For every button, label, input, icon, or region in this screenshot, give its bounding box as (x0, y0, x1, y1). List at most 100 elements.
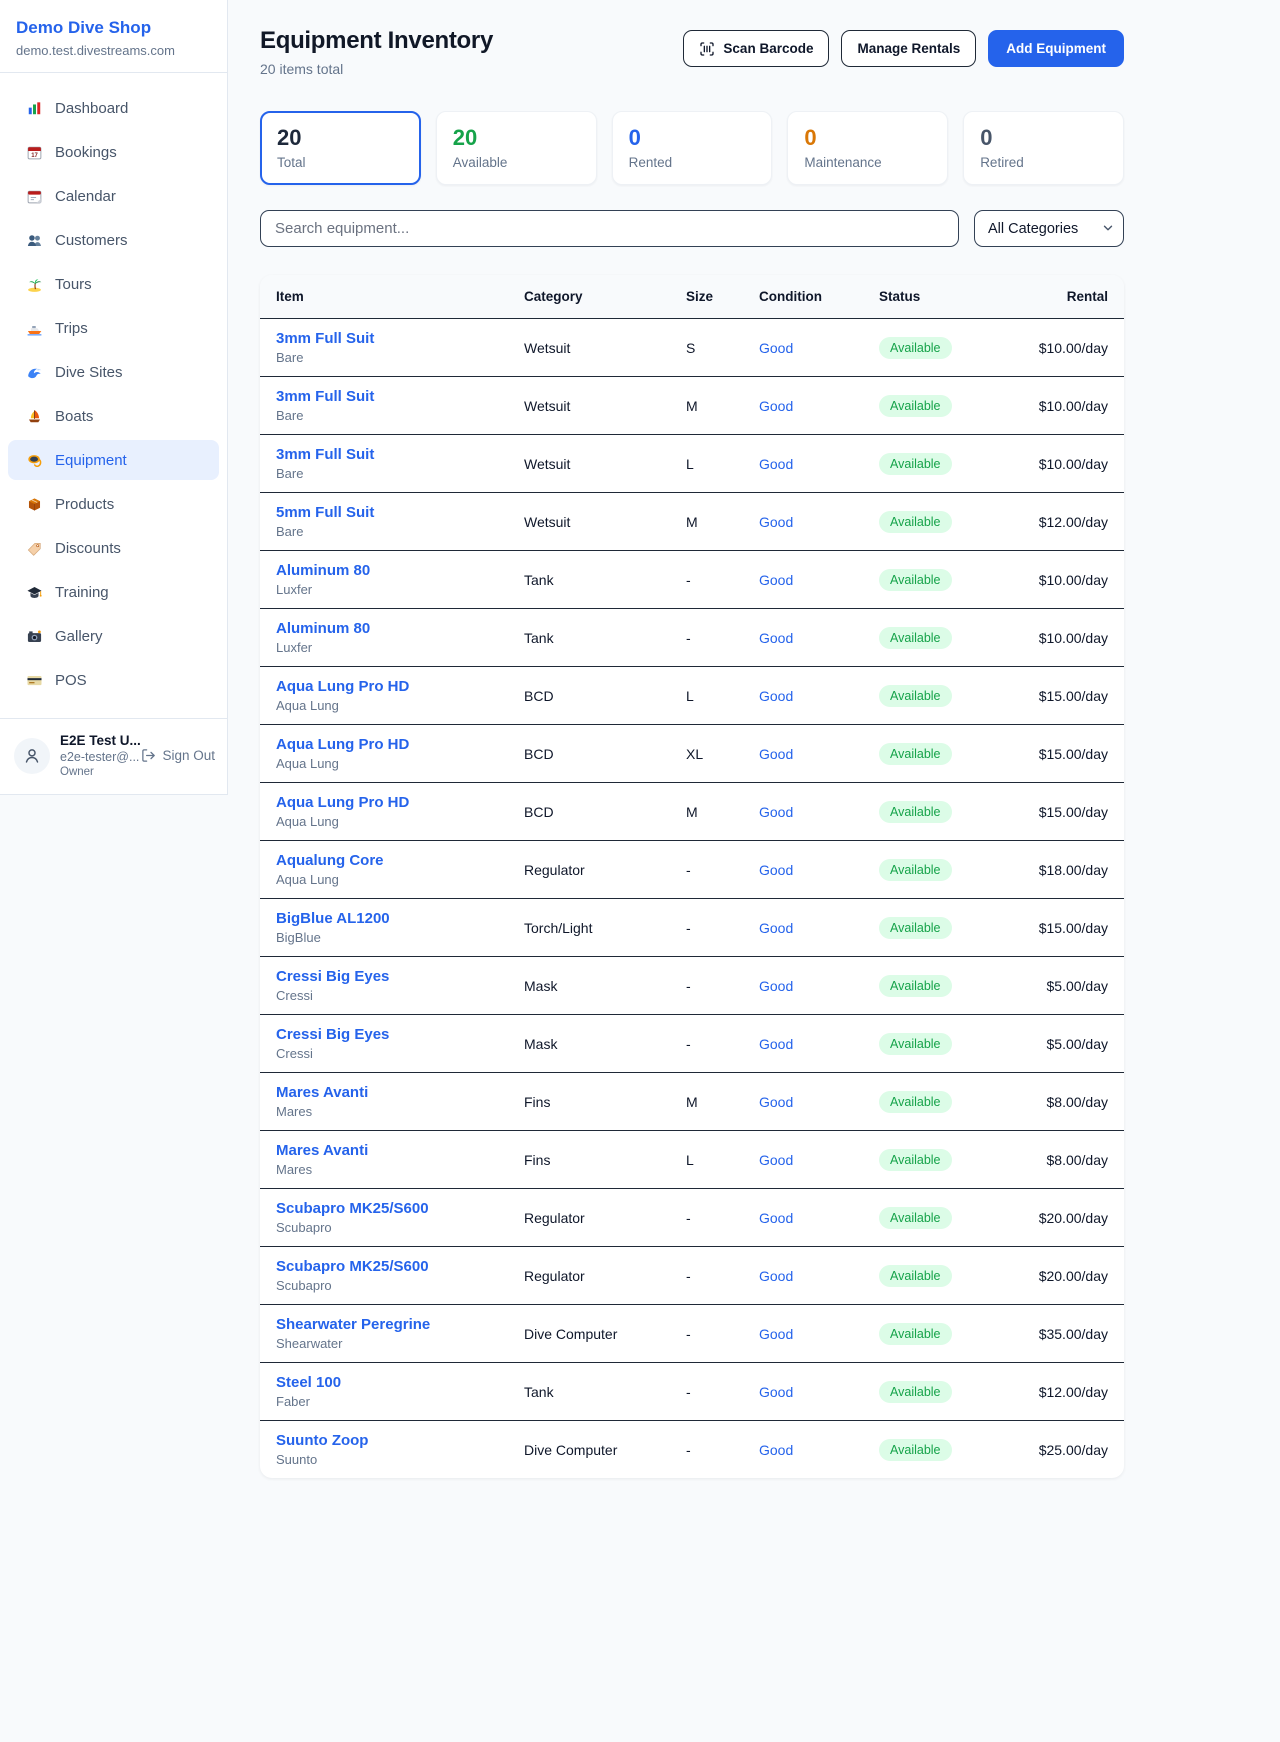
sidebar-item-dive-sites[interactable]: Dive Sites (8, 352, 219, 392)
status-badge: Available (879, 1381, 952, 1403)
table-row: Aqua Lung Pro HDAqua LungBCDLGoodAvailab… (260, 667, 1124, 725)
item-name-link[interactable]: 3mm Full Suit (276, 330, 492, 347)
condition-link[interactable]: Good (759, 1152, 793, 1168)
item-category: Fins (508, 1131, 670, 1189)
scan-barcode-label: Scan Barcode (723, 41, 813, 56)
item-size: - (670, 899, 743, 957)
category-select-wrap: All Categories (974, 210, 1124, 247)
sidebar-item-boats[interactable]: Boats (8, 396, 219, 436)
item-size: M (670, 783, 743, 841)
sidebar-item-pos[interactable]: POS (8, 660, 219, 700)
table-row: Suunto ZoopSuuntoDive Computer-GoodAvail… (260, 1421, 1124, 1479)
item-name-link[interactable]: Suunto Zoop (276, 1432, 492, 1449)
category-select[interactable]: All Categories (974, 210, 1124, 247)
condition-link[interactable]: Good (759, 514, 793, 530)
stat-card-rented[interactable]: 0Rented (612, 111, 773, 185)
brand-title[interactable]: Demo Dive Shop (16, 18, 211, 38)
condition-link[interactable]: Good (759, 688, 793, 704)
item-name-link[interactable]: BigBlue AL1200 (276, 910, 492, 927)
condition-link[interactable]: Good (759, 804, 793, 820)
status-badge: Available (879, 1091, 952, 1113)
item-brand: Aqua Lung (276, 698, 492, 713)
page-title: Equipment Inventory (260, 27, 493, 55)
sidebar-item-calendar[interactable]: Calendar (8, 176, 219, 216)
condition-link[interactable]: Good (759, 630, 793, 646)
item-size: - (670, 1305, 743, 1363)
sidebar-item-tours[interactable]: Tours (8, 264, 219, 304)
condition-link[interactable]: Good (759, 572, 793, 588)
condition-link[interactable]: Good (759, 1268, 793, 1284)
item-name-link[interactable]: Aqua Lung Pro HD (276, 794, 492, 811)
item-name-link[interactable]: 5mm Full Suit (276, 504, 492, 521)
condition-link[interactable]: Good (759, 1384, 793, 1400)
item-name-link[interactable]: Aqua Lung Pro HD (276, 678, 492, 695)
item-size: L (670, 1131, 743, 1189)
scan-barcode-icon (699, 41, 715, 57)
sidebar-item-discounts[interactable]: Discounts (8, 528, 219, 568)
page-title-block: Equipment Inventory 20 items total (260, 27, 493, 77)
add-equipment-label: Add Equipment (1006, 41, 1106, 56)
item-brand: Cressi (276, 988, 492, 1003)
item-name-link[interactable]: Aluminum 80 (276, 620, 492, 637)
stat-value: 0 (804, 125, 931, 151)
avatar (14, 738, 50, 774)
condition-link[interactable]: Good (759, 456, 793, 472)
stat-card-total[interactable]: 20Total (260, 111, 421, 185)
sidebar-item-customers[interactable]: Customers (8, 220, 219, 260)
sidebar-item-gallery[interactable]: Gallery (8, 616, 219, 656)
condition-link[interactable]: Good (759, 1326, 793, 1342)
condition-link[interactable]: Good (759, 340, 793, 356)
item-name-link[interactable]: Aqualung Core (276, 852, 492, 869)
add-equipment-button[interactable]: Add Equipment (988, 30, 1124, 67)
condition-link[interactable]: Good (759, 746, 793, 762)
table-row: 5mm Full SuitBareWetsuitMGoodAvailable$1… (260, 493, 1124, 551)
item-name-link[interactable]: 3mm Full Suit (276, 388, 492, 405)
item-name-link[interactable]: Shearwater Peregrine (276, 1316, 492, 1333)
item-size: - (670, 1247, 743, 1305)
stat-card-maintenance[interactable]: 0Maintenance (787, 111, 948, 185)
sidebar-item-dashboard[interactable]: Dashboard (8, 88, 219, 128)
condition-link[interactable]: Good (759, 1094, 793, 1110)
item-name-link[interactable]: Cressi Big Eyes (276, 1026, 492, 1043)
item-size: M (670, 377, 743, 435)
stat-card-retired[interactable]: 0Retired (963, 111, 1124, 185)
condition-link[interactable]: Good (759, 978, 793, 994)
item-name-link[interactable]: 3mm Full Suit (276, 446, 492, 463)
item-category: Tank (508, 551, 670, 609)
sidebar-item-training[interactable]: Training (8, 572, 219, 612)
stat-value: 20 (453, 125, 580, 151)
item-name-link[interactable]: Mares Avanti (276, 1084, 492, 1101)
sidebar-item-products[interactable]: Products (8, 484, 219, 524)
filters-row: All Categories (260, 210, 1124, 247)
search-input[interactable] (260, 210, 959, 247)
sidebar-item-equipment[interactable]: Equipment (8, 440, 219, 480)
item-name-link[interactable]: Cressi Big Eyes (276, 968, 492, 985)
condition-link[interactable]: Good (759, 1442, 793, 1458)
item-name-link[interactable]: Mares Avanti (276, 1142, 492, 1159)
item-name-link[interactable]: Scubapro MK25/S600 (276, 1200, 492, 1217)
sidebar-item-bookings[interactable]: 17Bookings (8, 132, 219, 172)
stat-card-available[interactable]: 20Available (436, 111, 597, 185)
status-badge: Available (879, 1265, 952, 1287)
stat-label: Rented (629, 155, 756, 170)
condition-link[interactable]: Good (759, 1210, 793, 1226)
manage-rentals-button[interactable]: Manage Rentals (841, 30, 976, 67)
rental-rate: $20.00/day (1003, 1189, 1124, 1247)
item-brand: Suunto (276, 1452, 492, 1467)
condition-link[interactable]: Good (759, 398, 793, 414)
graduation-cap-icon (26, 584, 43, 601)
table-row: Scubapro MK25/S600ScubaproRegulator-Good… (260, 1247, 1124, 1305)
sidebar-item-trips[interactable]: Trips (8, 308, 219, 348)
condition-link[interactable]: Good (759, 1036, 793, 1052)
status-badge: Available (879, 453, 952, 475)
item-name-link[interactable]: Aqua Lung Pro HD (276, 736, 492, 753)
scan-barcode-button[interactable]: Scan Barcode (683, 30, 829, 67)
condition-link[interactable]: Good (759, 920, 793, 936)
item-name-link[interactable]: Aluminum 80 (276, 562, 492, 579)
sign-out-button[interactable]: Sign Out (141, 748, 215, 763)
table-row: 3mm Full SuitBareWetsuitMGoodAvailable$1… (260, 377, 1124, 435)
item-name-link[interactable]: Steel 100 (276, 1374, 492, 1391)
item-size: S (670, 319, 743, 377)
item-name-link[interactable]: Scubapro MK25/S600 (276, 1258, 492, 1275)
condition-link[interactable]: Good (759, 862, 793, 878)
